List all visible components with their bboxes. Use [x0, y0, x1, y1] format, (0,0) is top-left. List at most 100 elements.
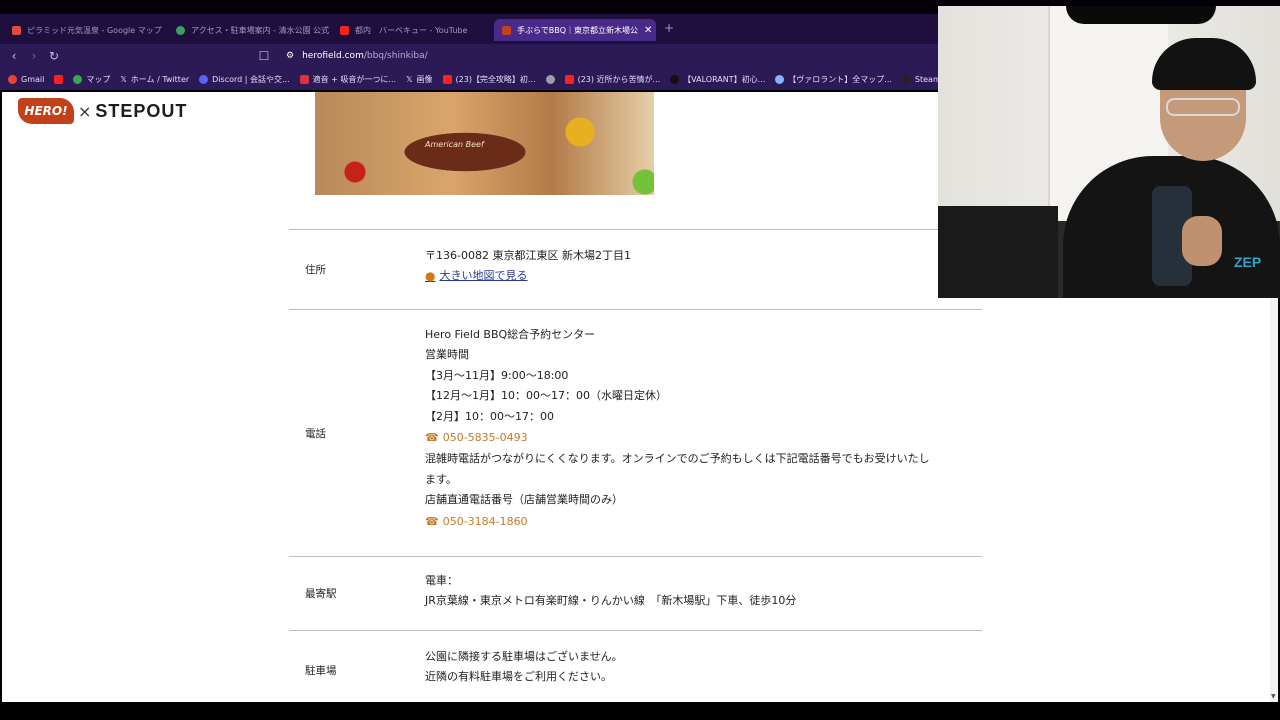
- phone-icon: ☎: [425, 431, 439, 445]
- maps-pin-icon: [73, 74, 83, 84]
- tab-herofield-active[interactable]: 手ぶらでBBQ｜東京都立新木場公 ✕: [494, 19, 656, 41]
- station-line: 電車：: [425, 574, 458, 587]
- phone-link-reservation[interactable]: ☎ 050-5835-0493: [425, 428, 982, 448]
- bookmark-label: Discord | 会話や交...: [212, 74, 290, 84]
- bookmark-label: (23) 近所から苦情が...: [577, 74, 661, 84]
- image-caption: American Beef: [425, 140, 484, 149]
- parking-label: 駐車場: [305, 665, 337, 677]
- url-path: /bbq/shinkiba/: [363, 51, 428, 61]
- site-favicon-icon: [176, 25, 185, 35]
- phone-number[interactable]: 050-3184-1860: [443, 512, 528, 532]
- bbq-food-image: American Beef: [315, 92, 654, 195]
- youtube-icon: [54, 74, 64, 84]
- address-content: 〒136-0082 東京都江東区 新木場2丁目1 ● 大きい地図で見る: [425, 230, 982, 309]
- bookmark-youtube-guide[interactable]: (23)【完全攻略】初...: [442, 74, 536, 85]
- bookmark-valorant-maps[interactable]: 【ヴァロラント】全マップ...: [775, 74, 892, 85]
- tab-label: 手ぶらでBBQ｜東京都立新木場公: [517, 25, 639, 35]
- bookmark-maps[interactable]: マップ: [73, 74, 110, 85]
- address-label: 住所: [305, 264, 326, 276]
- tab-google-maps[interactable]: ピラミッド元気温泉 - Google マップ: [4, 19, 168, 41]
- discord-icon: [199, 74, 209, 84]
- bookmark-youtube[interactable]: [54, 74, 64, 84]
- scroll-down-arrow-icon[interactable]: ▼: [1271, 693, 1276, 700]
- globe-icon: [545, 74, 555, 84]
- reload-icon[interactable]: ↻: [46, 48, 62, 64]
- info-table: 住所 〒136-0082 東京都江東区 新木場2丁目1 ● 大きい地図で見る 電…: [289, 229, 982, 702]
- station-content: 電車： JR京葉線・東京メトロ有楽町線・りんかい線 「新木場駅」下車、徒歩10分: [425, 557, 982, 630]
- bookmark-label: 画像: [416, 74, 433, 84]
- bookmark-label: 【ヴァロラント】全マップ...: [788, 74, 892, 84]
- youtube-icon: [564, 74, 574, 84]
- new-tab-button[interactable]: +: [664, 21, 674, 35]
- shop-icon: [299, 74, 309, 84]
- tel-note: 店舗直通電話番号（店舗営業時間のみ）: [425, 493, 623, 507]
- webcam-glasses: [1166, 98, 1240, 116]
- bookmark-star-icon[interactable]: ☐: [256, 48, 272, 64]
- bookmark-label: 適音 + 吸音が一つに...: [312, 74, 397, 84]
- parking-content: 公園に隣接する駐車場はございません。 近隣の有料駐車場をご利用ください。: [425, 631, 982, 702]
- tab-label: ピラミッド元気温泉 - Google マップ: [27, 25, 162, 35]
- bookmark-label: Gmail: [21, 74, 45, 84]
- bookmark-discord[interactable]: Discord | 会話や交...: [199, 74, 290, 85]
- logo-separator: ×: [78, 101, 92, 121]
- webcam-hand: [1182, 216, 1222, 266]
- parking-row: 駐車場 公園に隣接する駐車場はございません。 近隣の有料駐車場をご利用ください。: [289, 630, 982, 702]
- bookmark-youtube-complaints[interactable]: (23) 近所から苦情が...: [564, 74, 661, 85]
- phone-number[interactable]: 050-5835-0493: [443, 428, 528, 448]
- tab-shimizu-park[interactable]: アクセス・駐車場案内 - 清水公園 公式: [168, 19, 332, 41]
- station-row: 最寄駅 電車： JR京葉線・東京メトロ有楽町線・りんかい線 「新木場駅」下車、徒…: [289, 556, 982, 630]
- tab-label: 都内 バーベキュー - YouTube: [355, 25, 468, 35]
- parking-line: 近隣の有料駐車場をご利用ください。: [425, 670, 612, 684]
- bookmark-images[interactable]: 𝕏 画像: [406, 74, 432, 85]
- tab-youtube[interactable]: 都内 バーベキュー - YouTube: [332, 19, 494, 41]
- bookmark-label: 【VALORANT】初心...: [683, 74, 766, 84]
- close-tab-icon[interactable]: ✕: [644, 25, 652, 36]
- bookmark-valorant[interactable]: 【VALORANT】初心...: [670, 74, 765, 85]
- tab-label: アクセス・駐車場案内 - 清水公園 公式: [191, 25, 330, 35]
- maps-pin-icon: [12, 25, 21, 35]
- bookmark-label: マップ: [86, 74, 111, 84]
- bookmark-twitter[interactable]: 𝕏 ホーム / Twitter: [120, 74, 189, 85]
- tel-note: 混雑時電話がつながりにくくなります。オンラインでのご予約もしくは下記電話番号でも…: [425, 452, 930, 466]
- x-logo-icon: 𝕏: [120, 74, 127, 84]
- site-info-icon[interactable]: ⚙: [286, 51, 294, 61]
- tel-line: Hero Field BBQ総合予約センター: [425, 328, 596, 341]
- map-link-label[interactable]: 大きい地図で見る: [439, 266, 527, 286]
- station-line: JR京葉線・東京メトロ有楽町線・りんかい線 「新木場駅」下車、徒歩10分: [425, 594, 797, 608]
- youtube-icon: [340, 25, 349, 35]
- gmail-icon: [8, 74, 17, 84]
- steamdb-icon: [901, 74, 911, 84]
- bookmark-gmail[interactable]: Gmail: [8, 74, 45, 84]
- url-host: herofield.com: [302, 51, 364, 61]
- forward-arrow-icon[interactable]: ›: [26, 48, 42, 64]
- bookmark-soundproof[interactable]: 適音 + 吸音が一つに...: [299, 74, 397, 85]
- hero-logo: HERO!: [18, 98, 74, 124]
- tel-line: 【12月～1月】10：00～17：00（水曜日定休）: [425, 389, 667, 403]
- site-favicon-icon: [670, 74, 680, 84]
- webcam-shirt-text: ZEP: [1234, 254, 1262, 270]
- bookmark-globe[interactable]: [545, 74, 555, 84]
- bookmark-label: (23)【完全攻略】初...: [455, 74, 536, 84]
- address-text: 〒136-0082 東京都江東区 新木場2丁目1: [425, 249, 631, 262]
- youtube-icon: [442, 74, 452, 84]
- tel-line: 【2月】10：00～17：00: [425, 409, 554, 423]
- tel-line: 【3月～11月】9:00～18:00: [425, 368, 569, 382]
- tel-note: ます。: [425, 472, 457, 486]
- site-logo[interactable]: HERO! × STEPOUT: [18, 98, 187, 124]
- back-arrow-icon[interactable]: ‹: [6, 48, 22, 64]
- stepout-logo: STEPOUT: [95, 100, 188, 121]
- webcam-headset: [1066, 6, 1216, 24]
- map-link[interactable]: ● 大きい地図で見る: [425, 266, 982, 286]
- address-bar[interactable]: ⚙ herofield.com /bbq/shinkiba/: [286, 48, 428, 64]
- station-label: 最寄駅: [305, 588, 337, 600]
- site-favicon-icon: [775, 74, 785, 84]
- address-row: 住所 〒136-0082 東京都江東区 新木場2丁目1 ● 大きい地図で見る: [289, 229, 982, 309]
- x-logo-icon: 𝕏: [406, 74, 413, 84]
- tel-row: 電話 Hero Field BBQ総合予約センター 営業時間 【3月～11月】9…: [289, 309, 982, 556]
- phone-link-store[interactable]: ☎ 050-3184-1860: [425, 512, 982, 532]
- tel-label: 電話: [305, 427, 326, 440]
- webcam-overlay: ZEP: [938, 6, 1280, 298]
- phone-icon: ☎: [425, 514, 439, 528]
- map-pin-icon: ●: [425, 269, 436, 284]
- parking-line: 公園に隣接する駐車場はございません。: [425, 650, 623, 663]
